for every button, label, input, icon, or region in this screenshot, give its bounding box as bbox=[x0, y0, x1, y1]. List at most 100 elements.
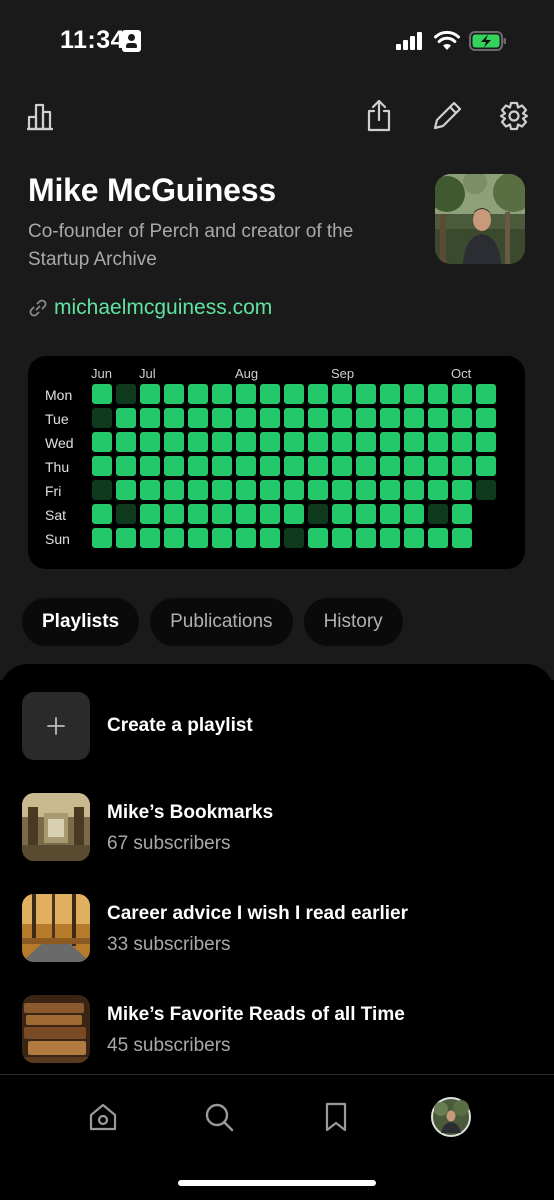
heatmap-cell bbox=[380, 504, 400, 524]
plus-icon bbox=[47, 717, 65, 735]
link-icon bbox=[29, 299, 47, 317]
tab-publications[interactable]: Publications bbox=[150, 598, 293, 646]
heatmap-cell bbox=[212, 504, 232, 524]
heatmap-cell bbox=[356, 504, 376, 524]
heatmap-cell bbox=[236, 528, 256, 548]
playlist-title: Mike’s Bookmarks bbox=[107, 802, 274, 823]
playlists-panel: Create a playlist Mike’s Bookmarks 67 su… bbox=[0, 664, 554, 1074]
heatmap-cell bbox=[188, 432, 208, 452]
heatmap-cell bbox=[260, 408, 280, 428]
heatmap-cell bbox=[116, 480, 136, 500]
heatmap-cell bbox=[332, 432, 352, 452]
profile-avatar[interactable] bbox=[435, 174, 525, 264]
playlist-item[interactable]: Career advice I wish I read earlier 33 s… bbox=[22, 894, 532, 964]
wifi-icon bbox=[434, 30, 460, 50]
heatmap-cell bbox=[476, 432, 496, 452]
heatmap-cell bbox=[284, 456, 304, 476]
heatmap-cell bbox=[380, 408, 400, 428]
heatmap-cell bbox=[380, 384, 400, 404]
heatmap-cell bbox=[140, 528, 160, 548]
stats-icon[interactable] bbox=[20, 96, 60, 136]
day-label: Sat bbox=[45, 507, 67, 523]
heatmap-cell bbox=[428, 528, 448, 548]
create-playlist-button[interactable]: Create a playlist bbox=[22, 692, 532, 762]
heatmap-cell bbox=[380, 528, 400, 548]
heatmap-cell bbox=[452, 528, 472, 548]
cellular-signal-icon bbox=[396, 32, 424, 50]
month-label: Aug bbox=[235, 366, 259, 381]
heatmap-cell bbox=[284, 480, 304, 500]
heatmap-cell bbox=[260, 456, 280, 476]
heatmap-cell bbox=[332, 504, 352, 524]
create-playlist-thumb bbox=[22, 692, 90, 760]
heatmap-cell bbox=[380, 480, 400, 500]
heatmap-cell bbox=[308, 432, 328, 452]
heatmap-cell bbox=[92, 528, 112, 548]
share-icon[interactable] bbox=[359, 96, 399, 136]
profile-link[interactable]: michaelmcguiness.com bbox=[28, 296, 272, 320]
heatmap-cell bbox=[140, 456, 160, 476]
heatmap-cell bbox=[212, 408, 232, 428]
heatmap-cell bbox=[428, 504, 448, 524]
heatmap-cell bbox=[236, 384, 256, 404]
id-card-icon bbox=[122, 30, 141, 52]
day-label: Sun bbox=[45, 531, 70, 547]
heatmap-cell bbox=[164, 480, 184, 500]
heatmap-cell bbox=[308, 384, 328, 404]
heatmap-cell bbox=[428, 480, 448, 500]
status-bar: 11:34 bbox=[0, 0, 554, 84]
heatmap-cell bbox=[236, 480, 256, 500]
heatmap-cell bbox=[428, 384, 448, 404]
heatmap-cell bbox=[404, 432, 424, 452]
edit-icon[interactable] bbox=[427, 96, 467, 136]
heatmap-cell bbox=[260, 432, 280, 452]
heatmap-cell bbox=[164, 408, 184, 428]
heatmap-cell bbox=[188, 480, 208, 500]
heatmap-cell bbox=[116, 504, 136, 524]
heatmap-cell bbox=[140, 504, 160, 524]
heatmap-cell bbox=[92, 456, 112, 476]
day-label: Thu bbox=[45, 459, 70, 475]
tab-history[interactable]: History bbox=[303, 598, 403, 646]
heatmap-cell bbox=[260, 504, 280, 524]
heatmap-cell bbox=[452, 384, 472, 404]
heatmap-cell bbox=[92, 504, 112, 524]
playlist-subscribers: 67 subscribers bbox=[107, 833, 231, 854]
search-icon[interactable] bbox=[197, 1095, 241, 1139]
heatmap-cell bbox=[284, 384, 304, 404]
tab-playlists[interactable]: Playlists bbox=[22, 598, 140, 646]
bookmark-icon[interactable] bbox=[314, 1095, 358, 1139]
home-icon[interactable] bbox=[81, 1095, 125, 1139]
playlist-item[interactable]: Mike’s Favorite Reads of all Time 45 sub… bbox=[22, 995, 532, 1065]
heatmap-cell bbox=[332, 384, 352, 404]
month-label: Oct bbox=[451, 366, 472, 381]
heatmap-cell bbox=[404, 528, 424, 548]
heatmap-cell bbox=[452, 504, 472, 524]
heatmap-cell bbox=[332, 456, 352, 476]
settings-icon[interactable] bbox=[494, 96, 534, 136]
profile-link-text: michaelmcguiness.com bbox=[54, 296, 273, 319]
profile-avatar[interactable] bbox=[429, 1095, 473, 1139]
heatmap-cell bbox=[188, 456, 208, 476]
heatmap-cell bbox=[284, 432, 304, 452]
heatmap-cell bbox=[212, 528, 232, 548]
heatmap-cell bbox=[332, 528, 352, 548]
heatmap-cell bbox=[452, 456, 472, 476]
heatmap-cell bbox=[404, 456, 424, 476]
heatmap-cell bbox=[236, 504, 256, 524]
heatmap-cell bbox=[428, 408, 448, 428]
reading-activity-heatmap: Jun Jul Aug Sep Oct Mon Tue Wed Thu Fri … bbox=[28, 356, 525, 569]
heatmap-cell bbox=[116, 528, 136, 548]
heatmap-cell bbox=[404, 504, 424, 524]
heatmap-cell bbox=[332, 408, 352, 428]
playlist-item[interactable]: Mike’s Bookmarks 67 subscribers bbox=[22, 793, 532, 863]
heatmap-cell bbox=[212, 432, 232, 452]
heatmap-cell bbox=[284, 528, 304, 548]
heatmap-cell bbox=[356, 456, 376, 476]
month-label: Jun bbox=[91, 366, 112, 381]
home-indicator bbox=[178, 1180, 376, 1186]
playlist-subscribers: 45 subscribers bbox=[107, 1035, 231, 1056]
heatmap-cell bbox=[452, 432, 472, 452]
heatmap-cell bbox=[284, 504, 304, 524]
heatmap-cell bbox=[308, 504, 328, 524]
